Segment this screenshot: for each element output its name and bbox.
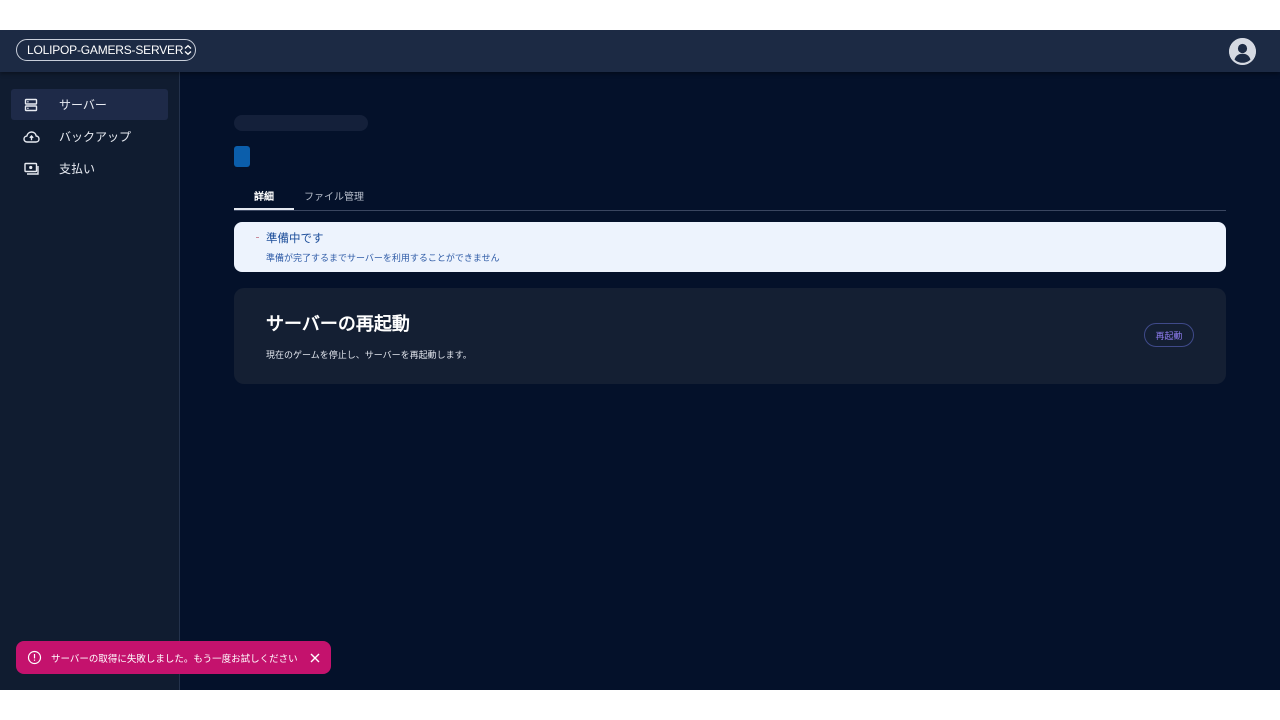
restart-card-description: 現在のゲームを停止し、サーバーを再起動します。 [266,351,472,361]
alert-description: 準備が完了するまでサーバーを利用することができません [266,254,500,264]
sidebar: サーバー バックアップ 支払い [0,72,180,690]
error-outline-icon [27,650,42,665]
sidebar-item-label: 支払い [59,162,96,176]
restart-card: サーバーの再起動 現在のゲームを停止し、サーバーを再起動します。 再起動 [234,288,1226,384]
loading-skeleton-title [234,115,368,131]
main-content: 詳細 ファイル管理 準備中です 準備が完了するまでサーバーを利用することができま… [180,72,1280,690]
sidebar-item-server[interactable]: サーバー [11,89,168,120]
sidebar-item-label: サーバー [59,98,107,112]
account-circle-icon[interactable] [1229,38,1256,65]
sidebar-item-backup[interactable]: バックアップ [11,121,168,152]
payment-icon [22,160,40,178]
alert-marker [256,237,259,238]
info-alert: 準備中です 準備が完了するまでサーバーを利用することができません [234,222,1226,272]
unfold-icon [183,44,193,56]
tab-file-management[interactable]: ファイル管理 [294,181,374,209]
tab-details[interactable]: 詳細 [234,181,294,209]
top-bar: LOLIPOP-GAMERS-SERVER [0,30,1280,72]
restart-card-heading: サーバーの再起動 [266,314,410,335]
app-window: LOLIPOP-GAMERS-SERVER サーバー バックアップ 支払い 詳細… [0,30,1280,690]
tab-label: ファイル管理 [304,191,364,203]
cloud-upload-icon [22,128,40,146]
tab-label: 詳細 [254,191,274,203]
error-toast: サーバーの取得に失敗しました。もう一度お試しください [16,641,331,674]
sidebar-item-label: バックアップ [59,130,132,144]
alert-title: 準備中です [266,231,324,245]
restart-button[interactable]: 再起動 [1144,323,1194,347]
tab-indicator [234,208,294,210]
close-icon[interactable] [309,652,321,664]
server-name: LOLIPOP-GAMERS-SERVER [27,43,184,57]
toast-message: サーバーの取得に失敗しました。もう一度お試しください [51,653,298,665]
tab-bar: 詳細 ファイル管理 [234,181,1226,211]
server-icon [22,96,40,114]
server-selector[interactable]: LOLIPOP-GAMERS-SERVER [16,39,196,61]
sidebar-item-payment[interactable]: 支払い [11,153,168,184]
status-chip [234,146,250,167]
